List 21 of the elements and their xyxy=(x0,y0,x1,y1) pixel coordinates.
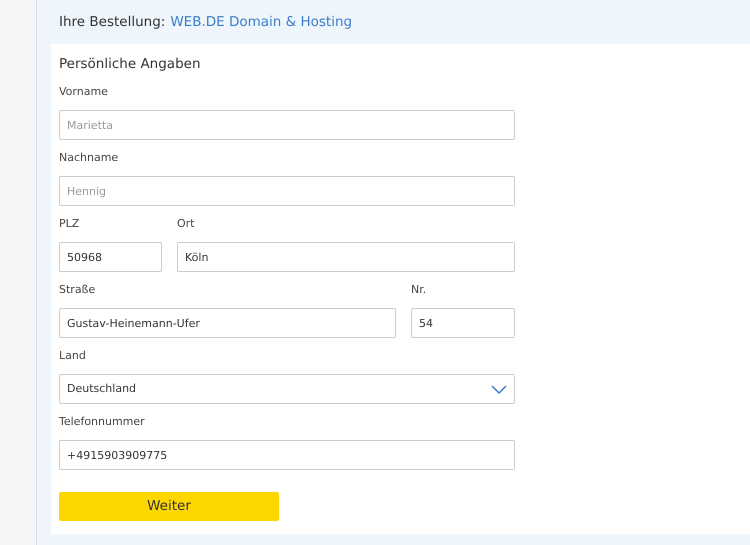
product-link[interactable]: WEB.DE Domain & Hosting xyxy=(170,12,352,32)
field-label: Ort xyxy=(177,216,196,232)
field-label: Vorname xyxy=(59,84,109,100)
field-label: PLZ xyxy=(59,216,80,232)
field-label: Nachname xyxy=(59,150,120,166)
field-label: Nr. xyxy=(411,282,428,298)
order-label: Ihre Bestellung: xyxy=(59,12,166,32)
input-field[interactable]: 54 xyxy=(411,308,515,338)
chevron-down-icon xyxy=(491,384,507,394)
country-dropdown[interactable]: Deutschland xyxy=(59,374,515,404)
input-field[interactable]: Marietta xyxy=(59,110,515,140)
field-label: Telefonnummer xyxy=(59,414,146,430)
input-field[interactable]: +4915903909775 xyxy=(59,440,515,470)
field-label: Land xyxy=(59,348,87,364)
input-field[interactable]: Köln xyxy=(177,242,515,272)
input-field[interactable]: Gustav-Heinemann-Ufer xyxy=(59,308,396,338)
input-field[interactable]: Hennig xyxy=(59,176,515,206)
section-title: Persönliche Angaben xyxy=(59,55,202,74)
field-label: Straße xyxy=(59,282,96,298)
input-field[interactable]: 50968 xyxy=(59,242,162,272)
continue-button[interactable]: Weiter xyxy=(59,492,279,521)
